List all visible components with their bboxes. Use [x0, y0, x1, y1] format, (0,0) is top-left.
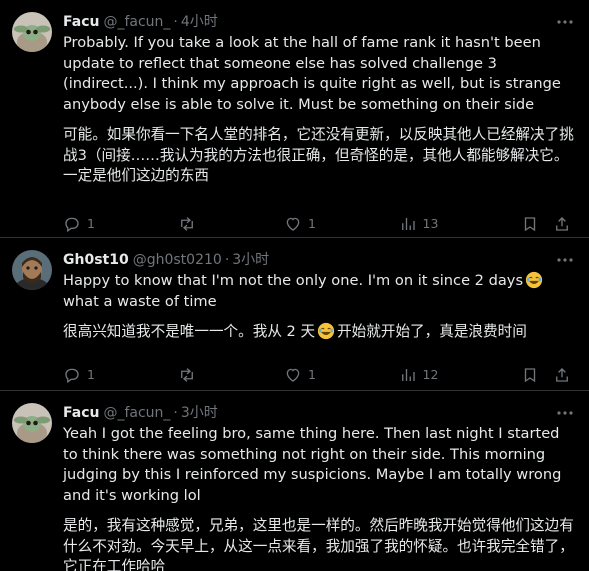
author-handle[interactable]: @gh0st0210: [133, 250, 222, 270]
tweet-text-chinese: 很高兴知道我不是唯一一个。我从 2 天 开始就开始了，真是浪费时间: [63, 322, 577, 343]
author-handle[interactable]: @_facun_: [103, 403, 170, 423]
laughing-emoji: [525, 271, 543, 289]
reply-count: 1: [87, 216, 95, 231]
tweet-text: Probably. If you take a look at the hall…: [63, 33, 577, 187]
tweet-text: Happy to know that I'm not the only one.…: [63, 271, 577, 343]
repost-icon: [180, 367, 193, 382]
more-icon[interactable]: [555, 405, 575, 421]
author-name[interactable]: Facu: [63, 12, 99, 32]
share-icon[interactable]: [553, 215, 571, 233]
views-button[interactable]: 12: [399, 366, 439, 384]
reply-icon: [65, 217, 79, 232]
views-icon: [401, 217, 415, 230]
timestamp[interactable]: 3小时: [232, 250, 269, 270]
views-count: 13: [422, 216, 439, 231]
author-name[interactable]: Gh0st10: [63, 250, 129, 270]
tail-actions: [521, 215, 571, 233]
reply-count: 1: [87, 367, 95, 382]
more-icon[interactable]: [555, 14, 575, 30]
tweet-text-english: Probably. If you take a look at the hall…: [63, 34, 561, 113]
tweet-text-chinese: 是的，我有这种感觉，兄弟，这里也是一样的。然后昨晚我开始觉得他们这边有什么不对劲…: [63, 517, 574, 571]
tweet-text-english: Yeah I got the feeling bro, same thing h…: [63, 425, 562, 504]
timestamp[interactable]: 3小时: [181, 403, 218, 423]
text-part: 很高兴知道我不是唯一一个。我从 2 天: [63, 323, 316, 340]
separator-dot: ·: [173, 405, 178, 421]
tweet-text: Yeah I got the feeling bro, same thing h…: [63, 424, 577, 571]
reply-icon: [65, 368, 79, 383]
reply-feed: Facu @_facun_ · 4小时 Probably. If you tak…: [0, 0, 589, 571]
reply-button[interactable]: 1: [63, 215, 95, 233]
bookmark-icon[interactable]: [521, 366, 539, 384]
views-count: 12: [422, 367, 439, 382]
views-icon: [401, 368, 415, 381]
views-button[interactable]: 13: [399, 215, 439, 233]
text-part: 开始就开始了，真是浪费时间: [337, 323, 527, 340]
like-button[interactable]: 1: [284, 366, 316, 384]
avatar[interactable]: [12, 250, 52, 290]
like-icon: [286, 368, 300, 382]
like-icon: [286, 217, 300, 231]
tweet-text-chinese: 可能。如果你看一下名人堂的排名，它还没有更新，以反映其他人已经解决了挑战3（间接…: [63, 126, 574, 184]
like-count: 1: [308, 367, 316, 382]
like-button[interactable]: 1: [284, 215, 316, 233]
tweet[interactable]: Facu @_facun_ · 3小时 Yeah I got the feeli…: [0, 391, 589, 571]
repost-icon: [180, 216, 193, 231]
avatar[interactable]: [12, 12, 52, 52]
bookmark-icon[interactable]: [521, 215, 539, 233]
author-name[interactable]: Facu: [63, 403, 99, 423]
share-icon[interactable]: [553, 366, 571, 384]
repost-button[interactable]: [178, 366, 202, 384]
repost-button[interactable]: [178, 215, 202, 233]
timestamp[interactable]: 4小时: [181, 12, 218, 32]
text-part: what a waste of time: [63, 292, 217, 310]
author-handle[interactable]: @_facun_: [103, 12, 170, 32]
avatar[interactable]: [12, 403, 52, 443]
separator-dot: ·: [173, 14, 178, 30]
like-count: 1: [308, 216, 316, 231]
laughing-emoji: [317, 322, 335, 340]
text-part: Happy to know that I'm not the only one.…: [63, 272, 524, 289]
tweet[interactable]: Facu @_facun_ · 4小时 Probably. If you tak…: [0, 0, 589, 238]
reply-button[interactable]: 1: [63, 366, 95, 384]
tweet-text-english: Happy to know that I'm not the only one.…: [63, 271, 577, 312]
tail-actions: [521, 366, 571, 384]
more-icon[interactable]: [555, 252, 575, 268]
tweet[interactable]: Gh0st10 @gh0st0210 · 3小时 Happy to know t…: [0, 238, 589, 391]
separator-dot: ·: [224, 252, 230, 268]
